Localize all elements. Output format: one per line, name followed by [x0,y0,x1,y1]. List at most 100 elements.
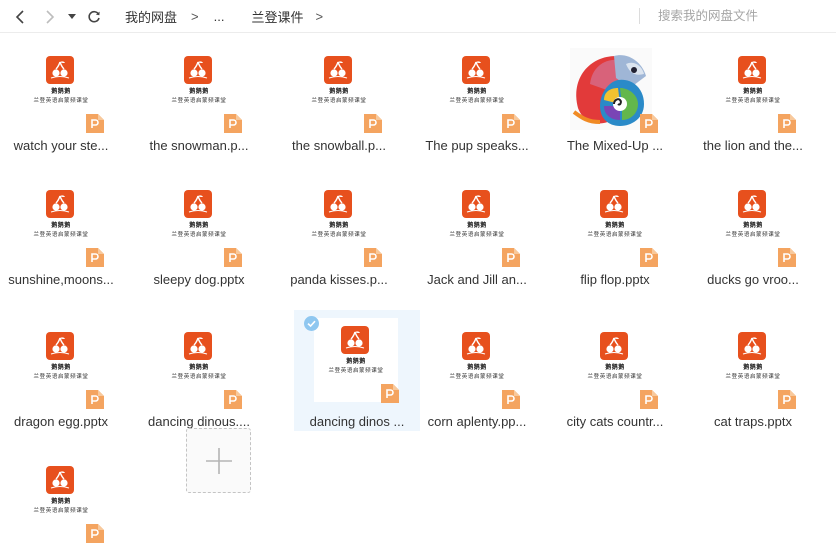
cherry-logo-icon [600,332,628,360]
back-button[interactable] [10,0,30,33]
ppt-file-icon [224,390,242,409]
file-name: flip flop.pptx [580,272,650,287]
file-name: The pup speaks... [425,138,529,153]
cherry-logo-icon [341,326,369,354]
thumbnail-subtitle: 兰登英语启蒙频课堂 [171,232,227,238]
breadcrumb-current[interactable]: 兰登课件 [251,7,303,26]
thumbnail-title: 鹅鹅鹅 [329,89,349,95]
file-thumbnail-area: 鹅鹅鹅兰登英语启蒙频课堂 [690,34,816,134]
file-item[interactable]: 鹅鹅鹅 兰登英语启蒙频课堂 corn aplenty.pp... [414,310,540,430]
thumbnail-subtitle: 兰登英语启蒙频课堂 [33,232,89,238]
cherry-logo-icon [184,190,212,218]
forward-button[interactable] [40,0,60,33]
file-thumbnail-area: 鹅鹅鹅兰登英语启蒙频课堂 [690,310,816,410]
file-item[interactable]: 鹅鹅鹅 兰登英语启蒙频课堂 watch your ste... [0,34,124,154]
breadcrumb-root[interactable]: 我的网盘 [125,7,177,26]
thumbnail-title: 鹅鹅鹅 [743,89,763,95]
thumbnail-title: 鹅鹅鹅 [189,89,209,95]
breadcrumb: 我的网盘 > ... 兰登课件 > [125,0,323,33]
upload-add-tile[interactable] [186,428,251,493]
thumbnail-subtitle: 兰登英语启蒙频课堂 [587,232,643,238]
breadcrumb-separator: > [191,9,199,24]
cherry-logo-icon [46,56,74,84]
chevron-left-icon [15,9,24,24]
breadcrumb-ellipsis[interactable]: ... [214,9,225,24]
ppt-file-icon [381,384,399,403]
thumbnail-title: 鹅鹅鹅 [467,89,487,95]
thumbnail-title: 鹅鹅鹅 [51,365,71,371]
file-thumbnail-area: 鹅鹅鹅 兰登英语启蒙频课堂 [136,310,262,410]
cherry-logo-icon [738,56,766,84]
file-item[interactable]: 鹅鹅鹅 兰登英语启蒙频课堂 dragon egg.pptx [0,310,124,430]
thumbnail-subtitle: 兰登英语启蒙频课堂 [725,98,781,104]
thumbnail-title: 鹅鹅鹅 [743,365,763,371]
file-item[interactable]: 鹅鹅鹅 兰登英语启蒙频课堂 flip flop.pptx [552,168,678,288]
file-item[interactable]: 鹅鹅鹅 兰登英语启蒙频课堂 the snowman.p... [136,34,262,154]
file-item[interactable]: 鹅鹅鹅 兰登英语启蒙频课堂 panda kisses.p... [276,168,402,288]
file-item[interactable]: 鹅鹅鹅 兰登英语启蒙频课堂 the snowball.p... [276,34,402,154]
thumbnail-subtitle: 兰登英语启蒙频课堂 [328,368,384,374]
file-name: panda kisses.p... [290,272,388,287]
file-item[interactable]: 鹅鹅鹅兰登英语启蒙频课堂 the lion and the... [690,34,816,154]
ppt-file-icon [640,114,658,133]
search-input[interactable] [652,5,836,27]
ppt-file-icon [778,114,796,133]
thumbnail-subtitle: 兰登英语启蒙频课堂 [449,232,505,238]
file-item[interactable]: 鹅鹅鹅 兰登英语启蒙频课堂 sleepy dog.pptx [136,168,262,288]
refresh-button[interactable] [84,0,104,33]
thumbnail-title: 鹅鹅鹅 [51,223,71,229]
thumbnail-subtitle: 兰登英语启蒙频课堂 [587,374,643,380]
file-grid: 鹅鹅鹅 兰登英语启蒙频课堂 watch your ste... 鹅鹅鹅 兰登英语启蒙频课… [0,34,836,545]
cherry-logo-icon [738,190,766,218]
file-thumbnail-area: 鹅鹅鹅兰登英语启蒙频课堂 [414,34,540,134]
file-thumbnail-area: 鹅鹅鹅兰登英语启蒙频课堂 [0,168,124,268]
thumbnail-subtitle: 兰登英语启蒙频课堂 [725,232,781,238]
file-item[interactable]: The Mixed-Up ... [552,34,678,154]
file-thumbnail-area: 鹅鹅鹅 兰登英语启蒙频课堂 [552,168,678,268]
cherry-logo-icon [738,332,766,360]
ppt-file-icon [640,390,658,409]
cherry-logo-icon [46,190,74,218]
file-name: sunshine,moons... [8,272,114,287]
cherry-logo-icon [184,332,212,360]
thumbnail-subtitle: 兰登英语启蒙频课堂 [33,374,89,380]
ppt-file-icon [778,248,796,267]
file-item[interactable]: 鹅鹅鹅 兰登英语启蒙频课堂 Jack and Jill an... [414,168,540,288]
file-item[interactable]: 鹅鹅鹅 兰登英语启蒙频课堂 ducks go vroo... [690,168,816,288]
ppt-file-icon [86,390,104,409]
thumbnail-title: 鹅鹅鹅 [605,365,625,371]
file-item[interactable]: 鹅鹅鹅兰登英语启蒙频课堂 dancing dinos ... [294,310,420,431]
file-name: dancing dinos ... [309,414,405,429]
thumbnail-title: 鹅鹅鹅 [346,359,366,365]
file-name: watch your ste... [13,138,109,153]
file-item[interactable]: 鹅鹅鹅兰登英语启蒙频课堂 sunshine,moons... [0,168,124,288]
ppt-file-icon [86,114,104,133]
refresh-icon [88,10,100,22]
file-name: Jack and Jill an... [427,272,527,287]
thumbnail-subtitle: 兰登英语启蒙频课堂 [725,374,781,380]
cherry-logo-icon [600,190,628,218]
file-item[interactable]: 鹅鹅鹅 兰登英语启蒙频课堂 [0,444,124,545]
check-circle-icon[interactable] [304,316,319,331]
file-name: The Mixed-Up ... [566,138,664,153]
cherry-logo-icon [462,190,490,218]
file-item[interactable]: 鹅鹅鹅兰登英语启蒙频课堂 cat traps.pptx [690,310,816,430]
history-dropdown[interactable] [64,0,80,33]
ppt-file-icon [502,248,520,267]
file-item[interactable]: 鹅鹅鹅 兰登英语启蒙频课堂 dancing dinous.... [136,310,262,430]
file-thumbnail-area: 鹅鹅鹅 兰登英语启蒙频课堂 [0,444,124,544]
thumbnail-title: 鹅鹅鹅 [329,223,349,229]
file-thumbnail-area [552,34,678,134]
thumbnail-title: 鹅鹅鹅 [189,365,209,371]
cherry-logo-icon [46,332,74,360]
file-name: the lion and the... [703,138,803,153]
file-thumbnail-area: 鹅鹅鹅兰登英语启蒙频课堂 [552,310,678,410]
file-name: cat traps.pptx [713,414,793,429]
file-name: the snowball.p... [292,138,386,153]
file-item[interactable]: 鹅鹅鹅兰登英语启蒙频课堂 The pup speaks... [414,34,540,154]
file-item[interactable]: 鹅鹅鹅 兰登英语启蒙频课堂 city cats countr... [552,310,678,430]
thumbnail-subtitle: 兰登英语启蒙频课堂 [33,508,89,514]
breadcrumb-separator[interactable]: > [315,9,323,24]
thumbnail-subtitle: 兰登英语启蒙频课堂 [449,98,505,104]
chevron-right-icon [46,9,55,24]
